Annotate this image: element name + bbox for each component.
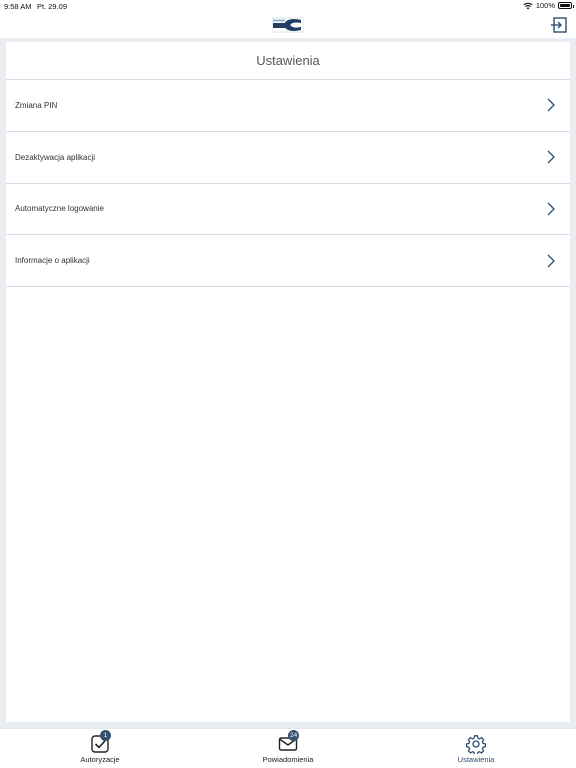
nav-bar [0,12,576,38]
gear-icon [465,735,487,756]
tab-notifications[interactable]: 24 Powiadomienia [192,729,384,768]
settings-list: Zmiana PIN Dezaktywacja aplikacji Automa… [6,80,570,287]
status-time: 9:58 AM [4,2,32,11]
notification-badge: 1 [100,730,111,741]
status-indicators: 100% [523,1,574,10]
settings-item-app-info[interactable]: Informacje o aplikacji [6,235,570,287]
settings-item-change-pin[interactable]: Zmiana PIN [6,80,570,132]
logout-button[interactable] [550,16,568,34]
chevron-right-icon [547,254,555,268]
wifi-icon [523,2,533,9]
battery-percent: 100% [535,1,555,10]
status-date: Pt. 29.09 [37,2,68,11]
tab-icon-wrap: 24 [278,730,300,754]
page-title: Ustawienia [6,42,570,80]
chevron-right-icon [547,202,555,216]
tab-authorizations[interactable]: 1 Autoryzacje [4,729,196,768]
tab-icon-wrap: 1 [90,730,111,754]
tab-settings[interactable]: Ustawienia [380,729,572,768]
tab-bar: 1 Autoryzacje 24 Powiadomienia Ustawieni… [0,728,576,768]
chevron-right-icon [547,150,555,164]
tab-icon-wrap [465,734,487,756]
battery-icon [558,2,574,9]
settings-item-deactivate-app[interactable]: Dezaktywacja aplikacji [6,132,570,184]
settings-card: Ustawienia Zmiana PIN Dezaktywacja aplik… [6,42,570,722]
bank-logo-icon [272,17,304,33]
status-bar: 9:58 AM Pt. 29.09 100% [0,0,576,12]
content-frame: Ustawienia Zmiana PIN Dezaktywacja aplik… [0,38,576,728]
tab-label: Autoryzacje [80,755,120,764]
settings-item-label: Informacje o aplikacji [15,256,90,266]
settings-item-label: Automatyczne logowanie [15,204,104,214]
tab-label: Ustawienia [457,755,495,764]
settings-item-label: Dezaktywacja aplikacji [15,152,96,162]
chevron-right-icon [547,98,555,112]
settings-item-auto-login[interactable]: Automatyczne logowanie [6,184,570,236]
settings-item-label: Zmiana PIN [15,100,58,110]
tab-label: Powiadomienia [262,755,314,764]
